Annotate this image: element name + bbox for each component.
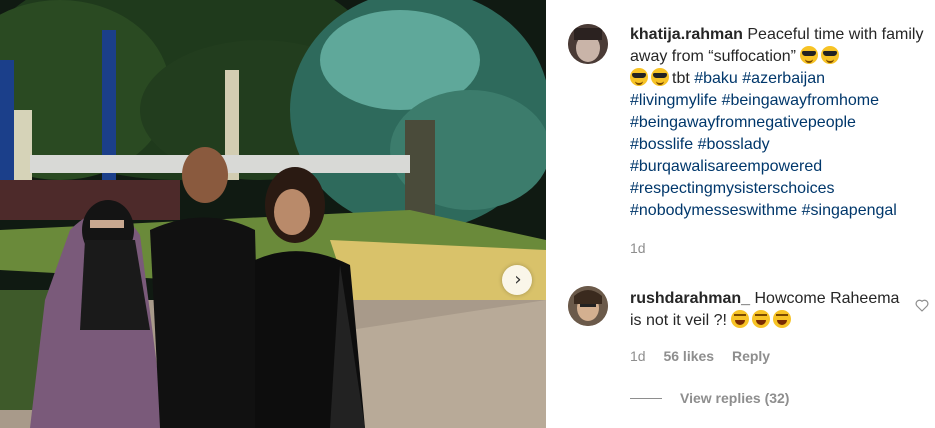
laughing-emoji-icon [752,310,771,328]
comment-username[interactable]: rushdarahman_ [630,290,750,307]
post-photo[interactable]: › [0,0,546,428]
comment-likes[interactable]: 56 likes [663,348,714,364]
sunglasses-emoji-icon [800,46,819,64]
comment-timestamp[interactable]: 1d [630,348,646,364]
post-username[interactable]: khatija.rahman [630,26,743,43]
comment-text: rushdarahman_ Howcome Raheema is not it … [630,288,900,332]
avatar[interactable] [568,24,608,64]
hashtag-link[interactable]: #respectingmysisterschoices [630,178,930,200]
view-replies-button[interactable]: View replies (32) [630,390,789,406]
comment-meta: 1d 56 likes Reply [630,348,784,364]
photo-illustration [0,0,546,428]
post-timestamp[interactable]: 1d [630,240,646,256]
sunglasses-emoji-icon [630,68,648,86]
reply-button[interactable]: Reply [732,348,770,364]
laughing-emoji-icon [731,310,750,328]
avatar-image [568,286,608,326]
post-details-panel: khatija.rahman Peaceful time with family… [546,0,935,428]
hashtag-link[interactable]: #baku [694,70,738,87]
hashtag-link[interactable]: #azerbaijan [742,70,825,87]
sunglasses-emoji-icon [821,46,840,64]
chevron-right-icon: › [514,269,522,290]
hashtag-link[interactable]: #bosslife #bosslady [630,134,930,156]
post-caption: khatija.rahman Peaceful time with family… [630,24,930,222]
divider-line [630,397,662,399]
view-replies-label: View replies (32) [680,390,790,406]
hashtag-link[interactable]: #nobodymesseswithme #singapengal [630,200,930,222]
hashtag-link[interactable]: #burqawalisareempowered [630,156,930,178]
hashtag-link[interactable]: #beingawayfromnegativepeople [630,112,930,134]
avatar-image [568,24,608,64]
heart-icon[interactable] [914,297,930,313]
next-photo-button[interactable]: › [502,265,532,295]
hashtag-link[interactable]: #livingmylife #beingawayfromhome [630,90,930,112]
sunglasses-emoji-icon [651,68,669,86]
caption-tbt: tbt [672,70,695,87]
laughing-emoji-icon [773,310,792,328]
avatar[interactable] [568,286,608,326]
